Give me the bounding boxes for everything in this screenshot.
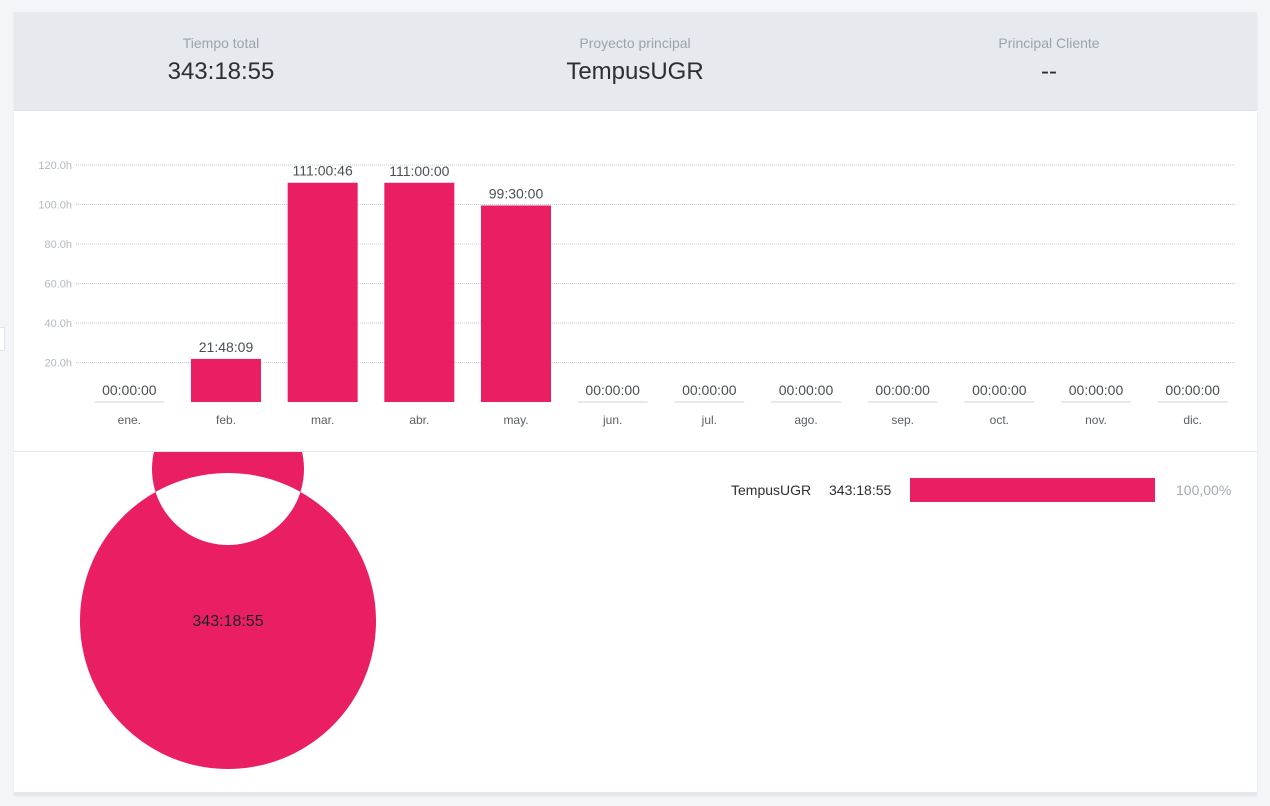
bar-data-label: 00:00:00	[102, 382, 157, 398]
bar	[191, 358, 261, 402]
legend-project-percent: 100,00%	[1176, 482, 1232, 498]
stat-total-time-value: 343:18:55	[167, 58, 275, 85]
monthly-bar-chart: 20.0h 40.0h 60.0h 80.0h 100.0h 120.0h 00:00:00…	[38, 160, 1236, 427]
stat-main-client-label: Principal Cliente	[998, 35, 1100, 51]
stat-main-client: Principal Cliente --	[842, 12, 1256, 110]
x-tick-label: oct.	[990, 413, 1009, 427]
x-tick-label: may.	[503, 413, 528, 427]
x-tick-label: dic.	[1183, 413, 1202, 427]
project-donut-chart: 343:18:55	[79, 393, 376, 769]
x-tick-label: jul.	[701, 413, 717, 427]
x-tick-label: mar.	[311, 413, 334, 427]
legend-progress-fill	[910, 478, 1155, 502]
bar	[384, 182, 455, 402]
bar-data-label: 21:48:09	[199, 339, 254, 355]
bar	[481, 205, 551, 402]
bar-data-label: 00:00:00	[1069, 382, 1124, 398]
x-tick-label: jun.	[602, 413, 622, 427]
y-tick-label: 100.0h	[38, 200, 72, 212]
bar-data-label: 00:00:00	[1165, 382, 1220, 398]
x-tick-label: nov.	[1085, 413, 1107, 427]
stat-total-time-label: Tiempo total	[182, 35, 260, 51]
summary-bar: Tiempo total 343:18:55 Proyecto principa…	[14, 12, 1257, 111]
side-panel-toggle[interactable]	[0, 327, 5, 351]
bar	[287, 182, 358, 402]
x-tick-label: ago.	[794, 413, 817, 427]
bar-data-label: 00:00:00	[875, 382, 930, 398]
x-tick-label: ene.	[118, 413, 141, 427]
legend-project-name: TempusUGR	[731, 482, 812, 498]
x-tick-label: abr.	[409, 413, 429, 427]
x-tick-label: sep.	[891, 413, 914, 427]
y-tick-label: 20.0h	[44, 358, 72, 370]
bar-data-label: 00:00:00	[972, 382, 1027, 398]
legend-project-time: 343:18:55	[829, 482, 892, 498]
y-tick-label: 60.0h	[44, 279, 72, 291]
project-breakdown-area: 343:18:55 TempusUGR 343:18:55 100,00%	[14, 393, 1257, 789]
legend-row-project[interactable]: TempusUGR 343:18:55 100,00%	[714, 478, 1244, 504]
bar-data-label: 00:00:00	[779, 382, 834, 398]
x-tick-label: feb.	[216, 413, 236, 427]
monthly-chart-area: 20.0h 40.0h 60.0h 80.0h 100.0h 120.0h 00:00:00…	[14, 111, 1257, 452]
bar-data-label: 111:00:46	[293, 163, 353, 179]
stat-total-time: Tiempo total 343:18:55	[14, 12, 428, 110]
bar-data-label: 00:00:00	[585, 382, 640, 398]
donut-center-label: 343:18:55	[192, 613, 263, 630]
stat-main-project-label: Proyecto principal	[579, 35, 691, 51]
y-tick-label: 80.0h	[44, 239, 72, 251]
legend-progress-bar	[910, 478, 1155, 502]
bar-data-label: 111:00:00	[389, 163, 449, 179]
bar-data-label: 00:00:00	[682, 382, 737, 398]
y-tick-label: 40.0h	[44, 318, 72, 330]
report-panel: Tiempo total 343:18:55 Proyecto principa…	[14, 12, 1257, 795]
stat-main-project-value: TempusUGR	[566, 58, 704, 85]
stat-main-client-value: --	[1041, 58, 1057, 85]
y-tick-label: 120.0h	[38, 160, 72, 172]
stat-main-project: Proyecto principal TempusUGR	[428, 12, 842, 110]
bar-data-label: 99:30:00	[489, 185, 544, 201]
